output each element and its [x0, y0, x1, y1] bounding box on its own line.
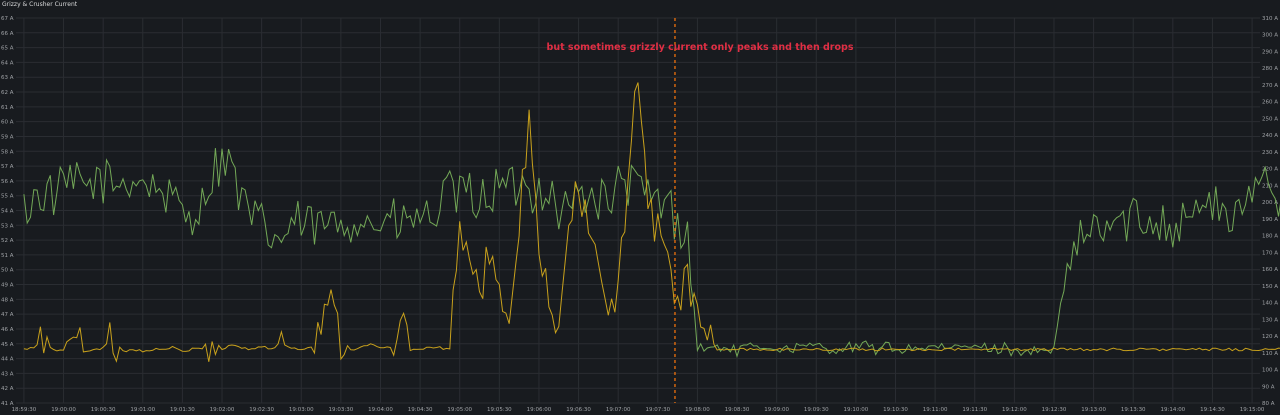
x-axis-tick: 19:02:30 — [249, 407, 274, 413]
left-axis-tick: 60 A — [1, 120, 14, 126]
left-axis-tick: 59 A — [1, 134, 14, 140]
right-axis-tick: 130 A — [1262, 317, 1278, 323]
left-axis-tick: 55 A — [1, 194, 14, 200]
x-axis-tick: 19:03:00 — [289, 407, 314, 413]
x-axis-tick: 19:13:30 — [1121, 407, 1146, 413]
left-axis-tick: 64 A — [1, 60, 14, 66]
right-axis-tick: 250 A — [1262, 116, 1278, 122]
right-axis-tick: 150 A — [1262, 284, 1278, 290]
x-axis-tick: 19:11:00 — [923, 407, 948, 413]
left-axis-tick: 51 A — [1, 253, 14, 259]
right-axis-tick: 260 A — [1262, 100, 1278, 106]
left-axis-tick: 47 A — [1, 312, 14, 318]
x-axis-ticks: 18:59:30 19:00:00 19:00:30 19:01:00 19:01:30… — [12, 407, 1265, 413]
left-axis-tick: 43 A — [1, 371, 14, 377]
x-axis-tick: 18:59:30 — [12, 407, 37, 413]
right-axis-tick: 230 A — [1262, 150, 1278, 156]
left-axis-tick: 44 A — [1, 357, 14, 363]
series — [23, 82, 1280, 363]
x-axis-tick: 19:10:30 — [883, 407, 908, 413]
left-axis-tick: 61 A — [1, 105, 14, 111]
x-axis-tick: 19:08:30 — [725, 407, 750, 413]
left-axis-ticks: 41 A42 A43 A44 A45 A46 A47 A48 A49 A50 A… — [1, 16, 14, 407]
grid — [16, 17, 1260, 404]
x-axis-tick: 19:09:00 — [764, 407, 789, 413]
x-axis-tick: 19:01:30 — [170, 407, 195, 413]
x-axis-tick: 19:06:30 — [566, 407, 591, 413]
current-chart: 41 A42 A43 A44 A45 A46 A47 A48 A49 A50 A… — [1, 16, 1280, 413]
right-axis-tick: 280 A — [1262, 66, 1278, 72]
series-line-green[interactable] — [23, 134, 1280, 358]
left-axis-tick: 42 A — [1, 386, 14, 392]
x-axis-tick: 19:12:30 — [1042, 407, 1067, 413]
x-axis-tick: 19:04:30 — [408, 407, 433, 413]
right-axis-ticks: 80 A90 A100 A110 A120 A130 A140 A150 A16… — [1262, 16, 1278, 407]
x-axis-tick: 19:00:00 — [51, 407, 76, 413]
x-axis-tick: 19:09:30 — [804, 407, 829, 413]
x-axis-tick: 19:10:00 — [844, 407, 869, 413]
right-axis-tick: 90 A — [1262, 384, 1275, 390]
x-axis-tick: 19:08:00 — [685, 407, 710, 413]
panel-title: Grizzy & Crusher Current — [2, 1, 78, 8]
series-line-yellow[interactable] — [23, 82, 1280, 363]
x-axis-tick: 19:02:00 — [210, 407, 235, 413]
x-axis-tick: 19:07:00 — [606, 407, 631, 413]
right-axis-tick: 170 A — [1262, 250, 1278, 256]
left-axis-tick: 46 A — [1, 327, 14, 333]
left-axis-tick: 66 A — [1, 31, 14, 37]
right-axis-tick: 190 A — [1262, 217, 1278, 223]
right-axis-tick: 270 A — [1262, 83, 1278, 89]
right-axis-tick: 160 A — [1262, 267, 1278, 273]
x-axis-tick: 19:12:00 — [1002, 407, 1027, 413]
left-axis-tick: 65 A — [1, 46, 14, 52]
x-axis-tick: 19:03:30 — [329, 407, 354, 413]
left-axis-tick: 49 A — [1, 283, 14, 289]
right-axis-tick: 180 A — [1262, 234, 1278, 240]
right-axis-tick: 290 A — [1262, 49, 1278, 55]
left-axis-tick: 63 A — [1, 75, 14, 81]
x-axis-tick: 19:01:00 — [130, 407, 155, 413]
right-axis-tick: 100 A — [1262, 368, 1278, 374]
left-axis-tick: 57 A — [1, 164, 14, 170]
x-axis-tick: 19:06:00 — [527, 407, 552, 413]
left-axis-tick: 52 A — [1, 238, 14, 244]
x-axis-tick: 19:11:30 — [962, 407, 987, 413]
x-axis-tick: 19:15:00 — [1240, 407, 1265, 413]
right-axis-tick: 110 A — [1262, 351, 1278, 357]
x-axis-tick: 19:04:00 — [368, 407, 393, 413]
x-axis-tick: 19:13:00 — [1081, 407, 1106, 413]
left-axis-tick: 62 A — [1, 90, 14, 96]
left-axis-tick: 45 A — [1, 342, 14, 348]
left-axis-tick: 53 A — [1, 223, 14, 229]
x-axis-tick: 19:14:30 — [1200, 407, 1225, 413]
right-axis-tick: 310 A — [1262, 16, 1278, 22]
chart-panel: 41 A 42 A 43 A 44 A 45 A 46 A 47 A 48 A 49 A 50 A… — [0, 0, 1280, 415]
right-axis-tick: 240 A — [1262, 133, 1278, 139]
x-axis-tick: 19:14:00 — [1160, 407, 1185, 413]
x-axis-tick: 19:05:00 — [447, 407, 472, 413]
right-axis-tick: 140 A — [1262, 301, 1278, 307]
x-axis-tick: 19:00:30 — [91, 407, 116, 413]
x-axis-tick: 19:07:30 — [645, 407, 670, 413]
left-axis-tick: 56 A — [1, 179, 14, 185]
left-axis-tick: 50 A — [1, 268, 14, 274]
left-axis-tick: 67 A — [1, 16, 14, 22]
left-axis-tick: 48 A — [1, 297, 14, 303]
right-axis-tick: 120 A — [1262, 334, 1278, 340]
x-axis-tick: 19:05:30 — [487, 407, 512, 413]
left-axis-tick: 58 A — [1, 149, 14, 155]
annotation-text: but sometimes grizzly current only peaks… — [547, 42, 854, 53]
left-axis-tick: 54 A — [1, 209, 14, 215]
right-axis-tick: 300 A — [1262, 33, 1278, 39]
